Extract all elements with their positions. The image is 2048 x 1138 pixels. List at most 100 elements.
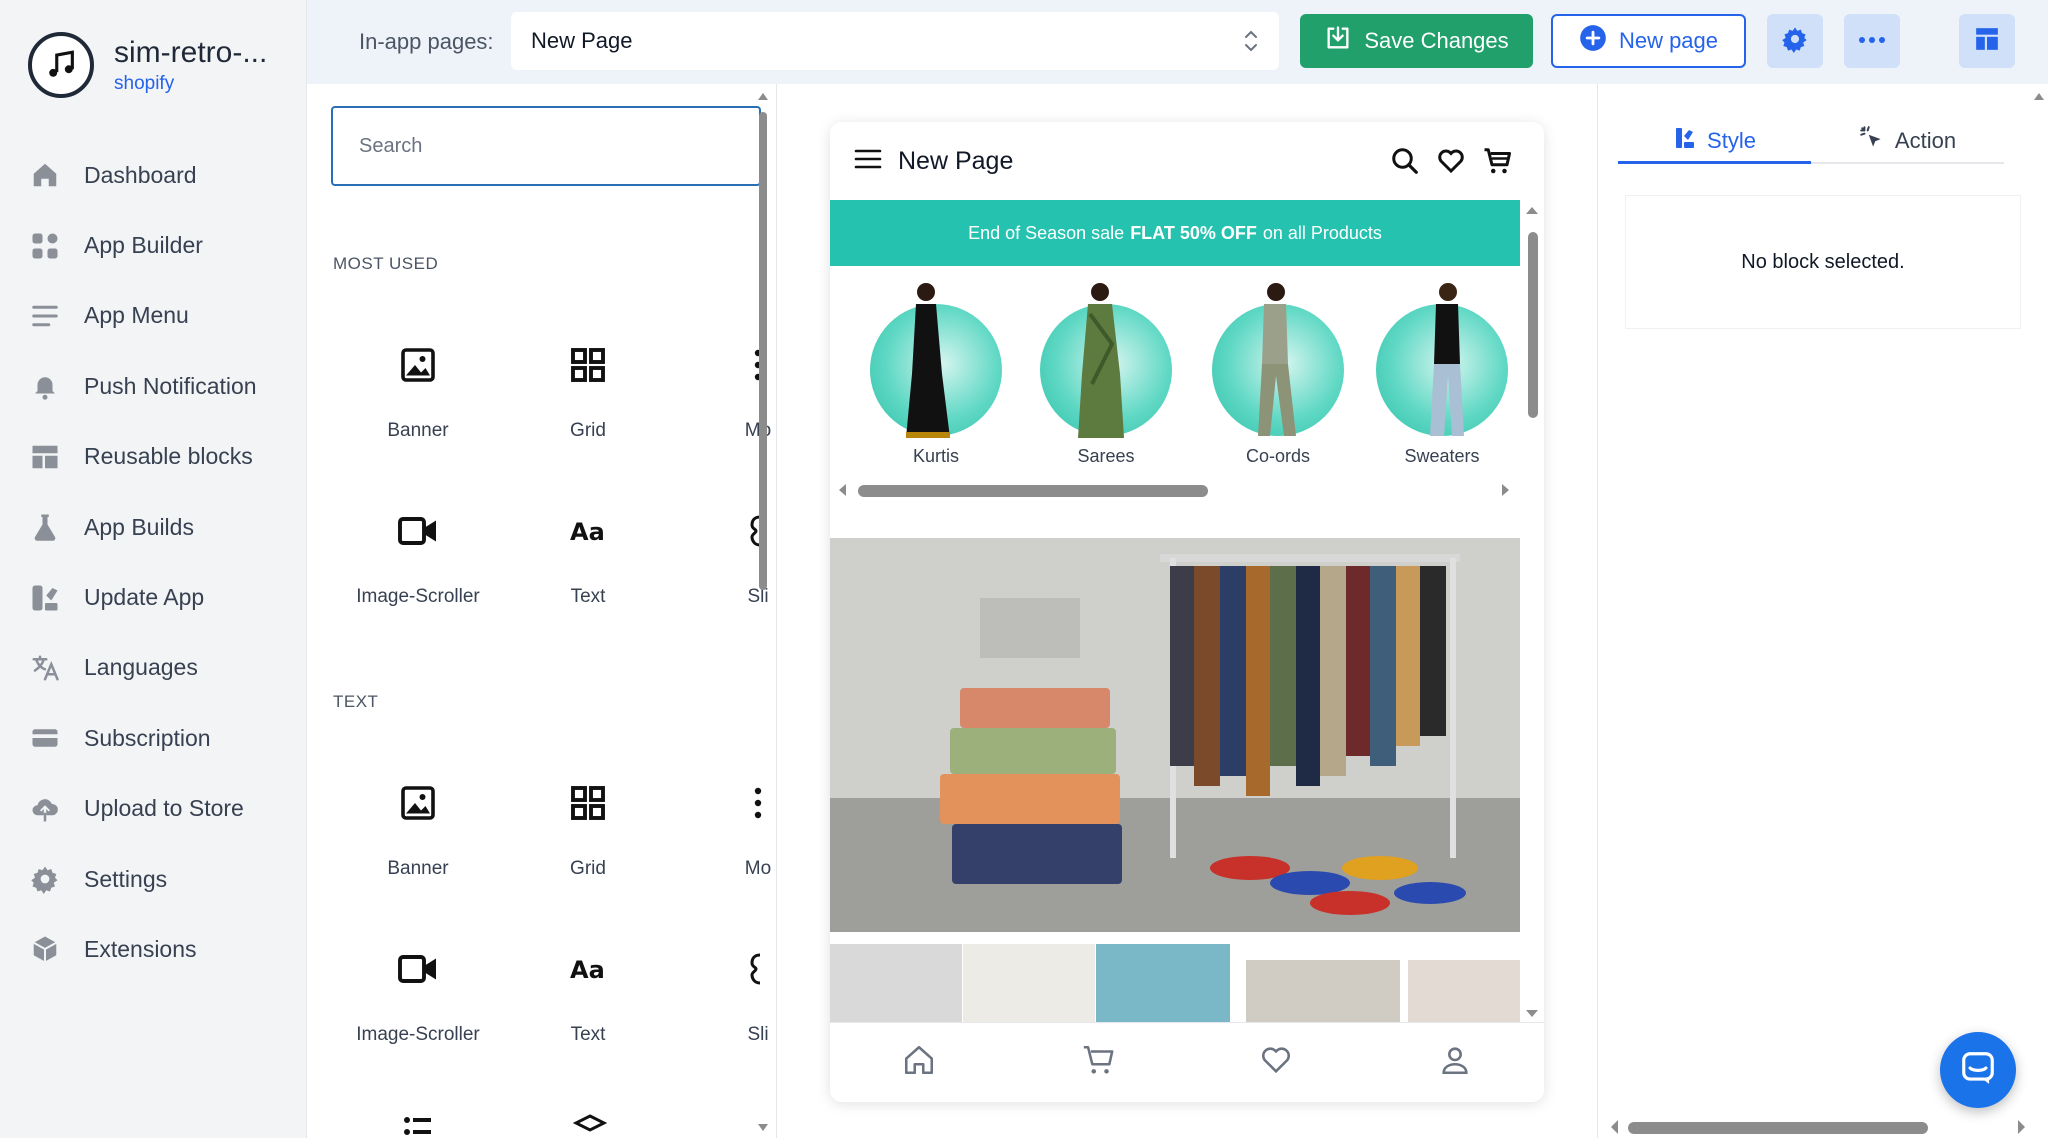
category-item[interactable]: Co-ords: [1208, 280, 1348, 467]
category-item[interactable]: Sarees: [1036, 280, 1176, 467]
home-icon: [28, 158, 62, 192]
gear-icon: [28, 862, 62, 896]
sidebar-item-push-notification[interactable]: Push Notification: [28, 351, 257, 421]
translate-icon: [28, 651, 62, 685]
home-icon[interactable]: [902, 1043, 936, 1082]
list-icon: [403, 1114, 433, 1138]
block-tile-grid[interactable]: Grid: [503, 340, 673, 442]
category-scrollbar[interactable]: [836, 482, 1512, 498]
block-tile-text[interactable]: Aa Text: [503, 944, 673, 1046]
tab-action[interactable]: Action: [1811, 120, 2004, 162]
blocks-panel: Search MOST USED Banner Grid Mo Image-Sc…: [307, 84, 777, 1138]
heart-icon[interactable]: [1436, 146, 1466, 181]
sidebar-item-extensions[interactable]: Extensions: [28, 914, 257, 984]
phone-preview: New Page End of Season sale FLAT 50% OFF…: [830, 122, 1544, 1102]
promo-text-post: on all Products: [1262, 222, 1382, 243]
category-item[interactable]: Kurtis: [866, 280, 1006, 467]
product-thumbnail[interactable]: [1246, 960, 1400, 1024]
section-title-text: TEXT: [333, 692, 379, 711]
scrollbar-thumb[interactable]: [1628, 1122, 1928, 1134]
sidebar-item-subscription[interactable]: Subscription: [28, 703, 257, 773]
cursor-click-icon: [1859, 125, 1885, 157]
sidebar-nav: Dashboard App Builder App Menu Push Noti…: [28, 140, 257, 985]
bell-icon: [28, 369, 62, 403]
save-changes-button[interactable]: Save Changes: [1300, 14, 1533, 68]
block-tile-image-scroller[interactable]: Image-Scroller: [333, 506, 503, 608]
scrollbar-thumb[interactable]: [759, 112, 767, 590]
hamburger-menu-icon[interactable]: [854, 147, 882, 176]
promo-text-bold: FLAT 50% OFF: [1130, 222, 1257, 243]
download-tray-icon: [1324, 24, 1352, 58]
phone-tabbar: [830, 1022, 1544, 1102]
plus-circle-icon: [1579, 24, 1607, 58]
cart-icon[interactable]: [1482, 146, 1512, 181]
preview-canvas: New Page End of Season sale FLAT 50% OFF…: [778, 84, 1596, 1138]
phone-scrollbar[interactable]: [1524, 202, 1540, 1022]
updown-chevron-icon: [1241, 28, 1261, 60]
sidebar-item-app-builds[interactable]: App Builds: [28, 492, 257, 562]
category-image: [1212, 283, 1344, 436]
sidebar-item-label: Languages: [84, 654, 198, 681]
product-thumbnail[interactable]: [1096, 944, 1230, 1024]
top-toolbar: In-app pages: New Page Save Changes New …: [307, 0, 2048, 84]
properties-scrollbar[interactable]: [1608, 1116, 2028, 1136]
empty-state-message: No block selected.: [1626, 196, 2020, 328]
more-options-button[interactable]: [1844, 14, 1900, 68]
upload-cloud-icon: [28, 792, 62, 826]
new-page-button[interactable]: New page: [1551, 14, 1746, 68]
product-thumbnail[interactable]: [830, 944, 962, 1024]
sidebar-item-languages[interactable]: Languages: [28, 633, 257, 703]
toggle-layout-button[interactable]: [1959, 14, 2015, 68]
tab-style[interactable]: Style: [1618, 120, 1811, 164]
product-thumbnail[interactable]: [1408, 960, 1520, 1024]
chat-support-button[interactable]: [1940, 1032, 2016, 1108]
sidebar-item-update-app[interactable]: Update App: [28, 562, 257, 632]
sidebar-item-reusable-blocks[interactable]: Reusable blocks: [28, 422, 257, 492]
blocks-search-input[interactable]: Search: [331, 106, 761, 186]
search-icon[interactable]: [1390, 146, 1420, 181]
block-tile-label: Image-Scroller: [356, 1024, 480, 1045]
category-item[interactable]: Sweaters: [1372, 280, 1512, 467]
promo-banner[interactable]: End of Season sale FLAT 50% OFF on all P…: [830, 200, 1520, 266]
music-note-icon: [28, 32, 94, 98]
category-label: Sarees: [1077, 446, 1135, 466]
page-select[interactable]: New Page: [511, 12, 1279, 70]
phone-page-title: New Page: [898, 146, 1014, 175]
layout-icon: [1974, 26, 2000, 57]
category-label: Kurtis: [912, 446, 959, 466]
properties-tabs: Style Action: [1618, 120, 2004, 164]
scrollbar-thumb[interactable]: [1528, 232, 1538, 418]
save-changes-label: Save Changes: [1364, 28, 1509, 53]
blocks-scrollbar[interactable]: [756, 84, 770, 1138]
product-thumbnail[interactable]: [963, 944, 1095, 1024]
sidebar-item-label: Settings: [84, 865, 168, 892]
block-tile-text[interactable]: Aa Text: [503, 506, 673, 608]
layout-icon: [28, 440, 62, 474]
brand[interactable]: sim-retro-... shopify: [28, 32, 267, 98]
image-icon: [333, 340, 503, 390]
video-icon: [333, 506, 503, 556]
sidebar-item-label: Push Notification: [84, 372, 257, 399]
scrollbar-thumb[interactable]: [858, 485, 1208, 497]
hero-banner-image[interactable]: [830, 538, 1520, 932]
user-icon[interactable]: [1438, 1043, 1472, 1082]
heart-icon[interactable]: [1259, 1043, 1293, 1082]
grid-icon: [28, 229, 62, 263]
sidebar-item-dashboard[interactable]: Dashboard: [28, 140, 257, 210]
block-tile-grid[interactable]: Grid: [503, 778, 673, 880]
text-icon: Aa: [503, 944, 673, 994]
sidebar-item-label: App Builder: [84, 232, 203, 259]
sidebar-item-app-builder[interactable]: App Builder: [28, 210, 257, 280]
sidebar-item-app-menu[interactable]: App Menu: [28, 281, 257, 351]
block-tile-banner[interactable]: Banner: [333, 340, 503, 442]
image-icon: [333, 778, 503, 828]
tab-style-label: Style: [1707, 127, 1756, 153]
sidebar-item-settings[interactable]: Settings: [28, 844, 257, 914]
block-tile-image-scroller[interactable]: Image-Scroller: [333, 944, 503, 1046]
sidebar: sim-retro-... shopify Dashboard App Buil…: [0, 0, 307, 1138]
block-tile-banner[interactable]: Banner: [333, 778, 503, 880]
sidebar-item-upload-to-store[interactable]: Upload to Store: [28, 774, 257, 844]
cart-icon[interactable]: [1081, 1043, 1115, 1082]
page-settings-button[interactable]: [1767, 14, 1823, 68]
block-tile-label: Grid: [570, 420, 606, 441]
